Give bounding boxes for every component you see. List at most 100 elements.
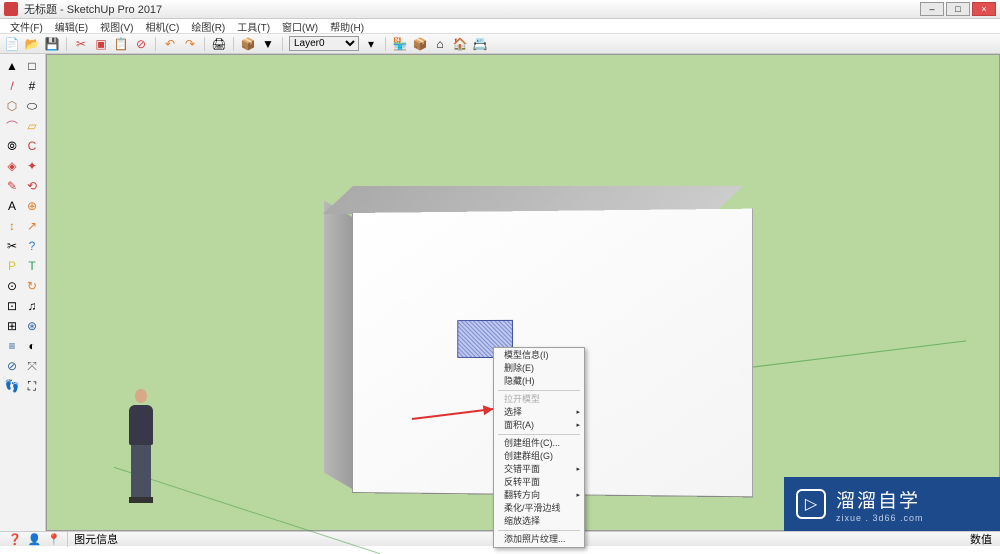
copy-icon[interactable]: ▣ [93, 36, 109, 52]
maximize-button[interactable]: □ [946, 2, 970, 16]
ctx-area[interactable]: 面积(A) [494, 419, 584, 432]
protractor-icon[interactable]: ↗ [22, 216, 42, 236]
ctx-separator [498, 390, 580, 391]
ctx-soften[interactable]: 柔化/平滑边线 [494, 502, 584, 515]
model-icon[interactable]: 📦 [240, 36, 256, 52]
select-icon[interactable]: ▲ [2, 56, 22, 76]
3dtext-icon[interactable]: ? [22, 236, 42, 256]
section-icon[interactable]: P [2, 256, 22, 276]
print-icon[interactable]: 🖨 [211, 36, 227, 52]
save-icon[interactable]: 💾 [44, 36, 60, 52]
ctx-delete[interactable]: 删除(E) [494, 362, 584, 375]
package-icon[interactable]: 📦 [412, 36, 428, 52]
ctx-select[interactable]: 选择 [494, 406, 584, 419]
ctx-intersect[interactable]: 交错平面 [494, 463, 584, 476]
lookaround-icon[interactable]: ≡ [2, 336, 22, 356]
watermark-sub: zixue . 3d66 .com [836, 513, 924, 523]
pan-icon[interactable]: ⊙ [2, 276, 22, 296]
layer-select[interactable]: Layer0 [289, 36, 359, 51]
ctx-hide[interactable]: 隐藏(H) [494, 375, 584, 388]
menu-file[interactable]: 文件(F) [4, 19, 49, 33]
menu-camera[interactable]: 相机(C) [139, 19, 185, 33]
help-icon[interactable]: ❓ [8, 533, 22, 546]
menu-help[interactable]: 帮助(H) [324, 19, 370, 33]
solid-icon[interactable]: ⤧ [22, 356, 42, 376]
position-icon[interactable]: ⊛ [22, 316, 42, 336]
cart-icon[interactable]: 📇 [472, 36, 488, 52]
ctx-add-photo-texture[interactable]: 添加照片纹理... [494, 533, 584, 546]
ctx-separator [498, 530, 580, 531]
geolocation-icon[interactable]: 📍 [47, 533, 61, 546]
redo-icon[interactable]: ↷ [182, 36, 198, 52]
axis-line [728, 340, 966, 370]
layer-dropdown-icon[interactable]: ▾ [363, 36, 379, 52]
text-icon[interactable]: A [2, 196, 22, 216]
footprint-icon[interactable]: 👣 [2, 376, 22, 396]
polygon-icon[interactable]: ⬡ [2, 96, 22, 116]
ctx-model-info[interactable]: 模型信息(I) [494, 349, 584, 362]
cut-icon[interactable]: ✂ [73, 36, 89, 52]
previous-icon[interactable]: ⊞ [2, 316, 22, 336]
zoom-icon[interactable]: ↻ [22, 276, 42, 296]
menu-window[interactable]: 窗口(W) [276, 19, 324, 33]
menu-draw[interactable]: 绘图(R) [185, 19, 231, 33]
pushpull-icon[interactable]: ⦾ [2, 136, 22, 156]
offset-icon[interactable]: C [22, 136, 42, 156]
freehand-icon[interactable]: ▱ [22, 116, 42, 136]
line-icon[interactable]: / [2, 76, 22, 96]
walk-icon[interactable]: ◐ [22, 336, 42, 356]
open-icon[interactable]: 📂 [24, 36, 40, 52]
dropdown-icon[interactable]: ▼ [260, 36, 276, 52]
ctx-zoom-selection[interactable]: 缩放选择 [494, 515, 584, 528]
menu-view[interactable]: 视图(V) [94, 19, 139, 33]
home-icon[interactable]: ⌂ [432, 36, 448, 52]
building-icon[interactable]: 🏠 [452, 36, 468, 52]
person-icon[interactable]: 👤 [28, 533, 42, 546]
measurements-label: 数值 [970, 531, 992, 547]
figure-legs [131, 445, 151, 497]
ctx-reverse-faces[interactable]: 反转平面 [494, 476, 584, 489]
separator [204, 37, 205, 51]
move-icon[interactable]: ◈ [2, 156, 22, 176]
orbit-icon[interactable]: T [22, 256, 42, 276]
last-tool-icon[interactable]: ⛶ [22, 376, 42, 396]
sandbox-icon[interactable]: ⊘ [2, 356, 22, 376]
separator [385, 37, 386, 51]
separator [233, 37, 234, 51]
ctx-make-component[interactable]: 创建组件(C)... [494, 437, 584, 450]
ctx-explode: 拉开模型 [494, 393, 584, 406]
figure-head [135, 389, 147, 403]
window-controls: – □ × [920, 2, 996, 16]
workspace: ▲ □ / # ⬡ ⬭ ⌒ ▱ ⦾ C ◈ ✦ ✎ ⟲ A ⊕ ↕ ↗ ✂ ? … [0, 54, 1000, 531]
watermark-main: 溜溜自学 [836, 486, 924, 513]
delete-icon[interactable]: ⊘ [133, 36, 149, 52]
figure-feet [129, 497, 153, 503]
arc-icon[interactable]: ⌒ [2, 116, 22, 136]
zoomwindow-icon[interactable]: ⊡ [2, 296, 22, 316]
minimize-button[interactable]: – [920, 2, 944, 16]
zoomextents-icon[interactable]: ♫ [22, 296, 42, 316]
ctx-make-group[interactable]: 创建群组(G) [494, 450, 584, 463]
ctx-flip[interactable]: 翻转方向 [494, 489, 584, 502]
paste-icon[interactable]: 📋 [113, 36, 129, 52]
paint-icon[interactable]: ✎ [2, 176, 22, 196]
close-button[interactable]: × [972, 2, 996, 16]
new-icon[interactable]: 📄 [4, 36, 20, 52]
dimension-icon[interactable]: ↕ [2, 216, 22, 236]
axes-icon[interactable]: ✂ [2, 236, 22, 256]
eraser-icon[interactable]: # [22, 76, 42, 96]
main-toolbar: 📄 📂 💾 ✂ ▣ 📋 ⊘ ↶ ↷ 🖨 📦 ▼ Layer0 ▾ 🏪 📦 ⌂ 🏠… [0, 34, 1000, 54]
viewport[interactable]: 👣 👣 模型信息(I) 删除(E) 隐藏(H) 拉开模型 选择 面积(A) 创建… [46, 54, 1000, 531]
app-icon [4, 2, 18, 16]
followme-icon[interactable]: ⟲ [22, 176, 42, 196]
rotate-icon[interactable]: ✦ [22, 156, 42, 176]
tape-icon[interactable]: ⊕ [22, 196, 42, 216]
menu-edit[interactable]: 编辑(E) [49, 19, 94, 33]
rectangle-icon[interactable]: □ [22, 56, 42, 76]
warehouse-icon[interactable]: 🏪 [392, 36, 408, 52]
undo-icon[interactable]: ↶ [162, 36, 178, 52]
scale-figure[interactable] [121, 389, 161, 505]
menu-tools[interactable]: 工具(T) [231, 19, 276, 33]
box-side-face [324, 201, 354, 490]
circle-icon[interactable]: ⬭ [22, 96, 42, 116]
